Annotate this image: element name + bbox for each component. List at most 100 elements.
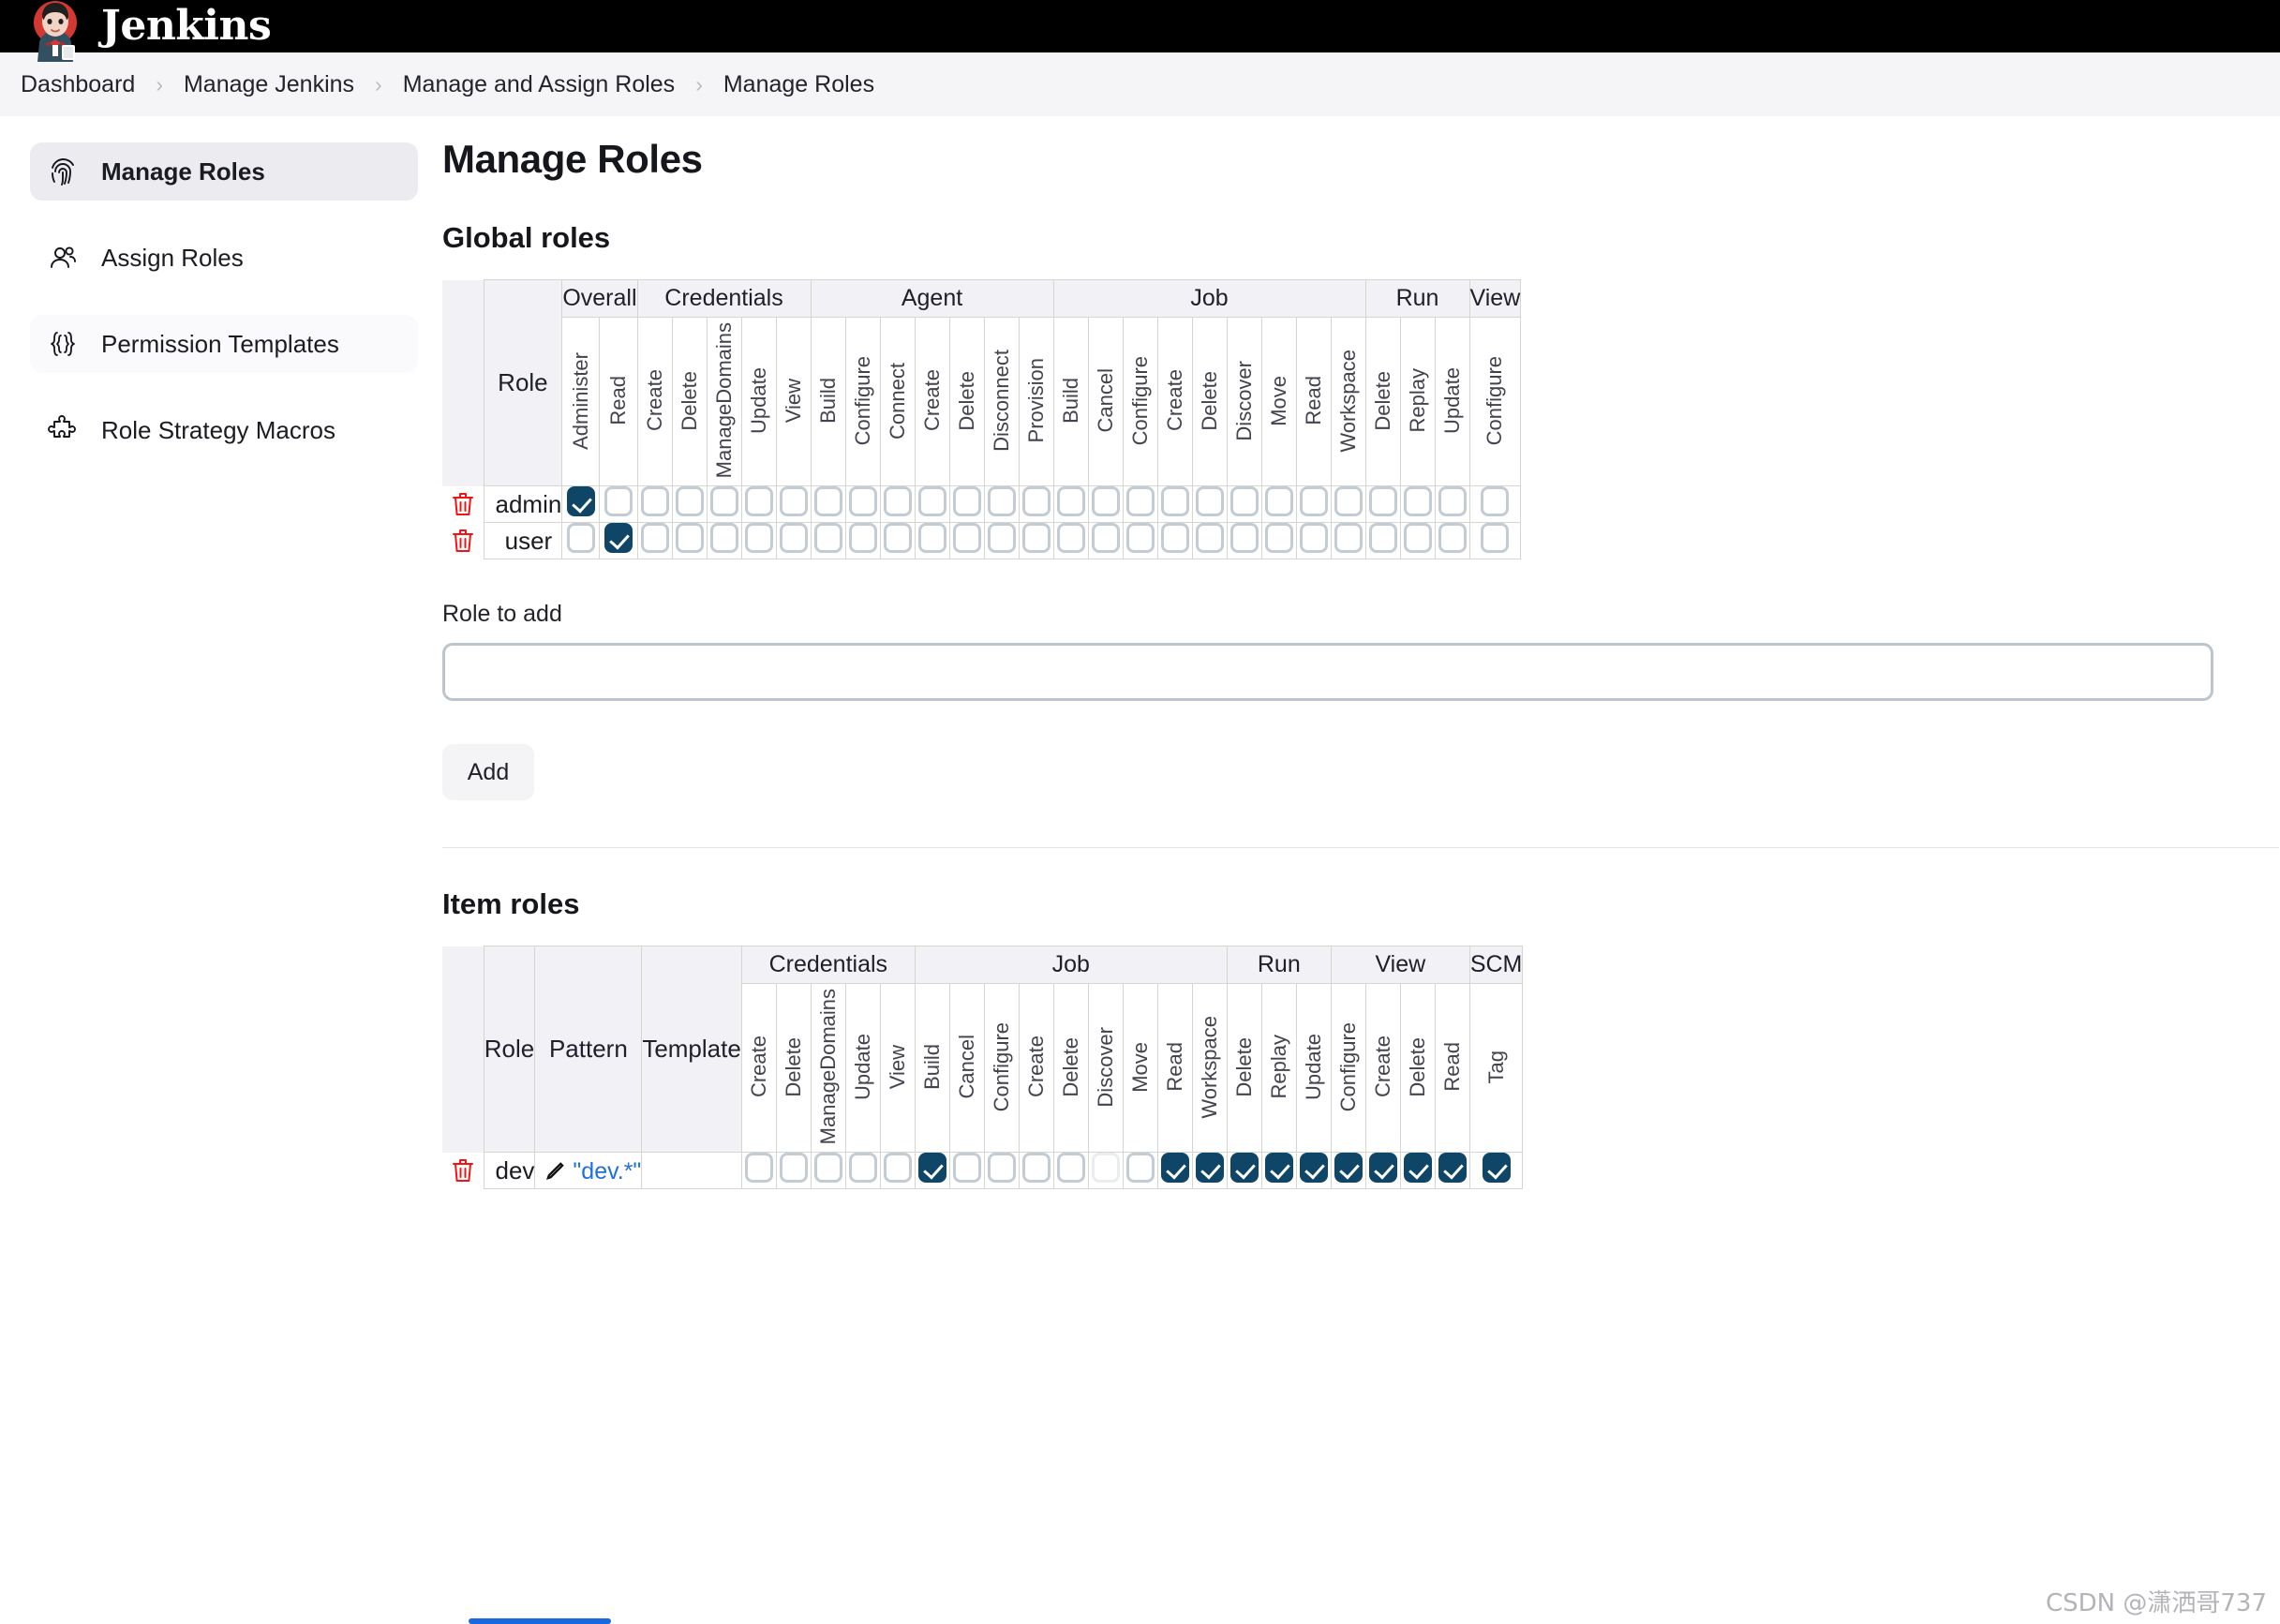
checkbox-admin-job-create[interactable] bbox=[1160, 486, 1189, 516]
role-template-cell[interactable] bbox=[641, 1152, 742, 1189]
permission-cell[interactable] bbox=[1191, 1152, 1228, 1189]
checkbox-admin-run-update[interactable] bbox=[1438, 486, 1467, 516]
delete-role-button[interactable] bbox=[442, 485, 484, 523]
checkbox-user-agent-delete[interactable] bbox=[952, 523, 981, 553]
checkbox-dev-job-discover[interactable] bbox=[1091, 1153, 1120, 1183]
permission-cell[interactable] bbox=[914, 485, 950, 523]
checkbox-user-agent-provision[interactable] bbox=[1021, 523, 1051, 553]
permission-cell[interactable] bbox=[1468, 485, 1522, 523]
permission-cell[interactable] bbox=[1468, 1152, 1524, 1189]
permission-cell[interactable] bbox=[599, 485, 638, 523]
checkbox-admin-credentials-update[interactable] bbox=[744, 486, 773, 516]
checkbox-user-run-replay[interactable] bbox=[1403, 523, 1432, 553]
permission-cell[interactable] bbox=[1226, 485, 1262, 523]
checkbox-user-credentials-update[interactable] bbox=[744, 523, 773, 553]
permission-cell[interactable] bbox=[671, 485, 708, 523]
add-role-button[interactable]: Add bbox=[442, 744, 534, 800]
checkbox-admin-credentials-view[interactable] bbox=[779, 486, 808, 516]
checkbox-admin-agent-delete[interactable] bbox=[952, 486, 981, 516]
checkbox-admin-agent-disconnect[interactable] bbox=[987, 486, 1016, 516]
permission-cell[interactable] bbox=[1052, 1152, 1089, 1189]
checkbox-admin-agent-create[interactable] bbox=[917, 486, 946, 516]
checkbox-admin-job-cancel[interactable] bbox=[1091, 486, 1120, 516]
checkbox-admin-credentials-delete[interactable] bbox=[675, 486, 704, 516]
sidebar-item-manage-roles[interactable]: Manage Roles bbox=[30, 142, 418, 201]
checkbox-user-overall-read[interactable] bbox=[604, 523, 633, 553]
permission-cell[interactable] bbox=[671, 522, 708, 559]
permission-cell[interactable] bbox=[1330, 522, 1366, 559]
permission-cell[interactable] bbox=[844, 485, 881, 523]
permission-cell[interactable] bbox=[599, 522, 638, 559]
permission-cell[interactable] bbox=[810, 522, 846, 559]
permission-cell[interactable] bbox=[879, 485, 916, 523]
checkbox-admin-job-build[interactable] bbox=[1056, 486, 1085, 516]
checkbox-dev-view-delete[interactable] bbox=[1403, 1153, 1432, 1183]
permission-cell[interactable] bbox=[1122, 485, 1158, 523]
permission-cell[interactable] bbox=[775, 522, 812, 559]
checkbox-dev-scm-tag[interactable] bbox=[1482, 1153, 1511, 1183]
checkbox-admin-job-move[interactable] bbox=[1264, 486, 1293, 516]
sidebar-item-role-strategy-macros[interactable]: Role Strategy Macros bbox=[30, 401, 418, 459]
checkbox-user-agent-build[interactable] bbox=[813, 523, 842, 553]
breadcrumb-item-manage-roles[interactable]: Manage Roles bbox=[723, 71, 874, 98]
role-to-add-input[interactable] bbox=[442, 643, 2213, 701]
checkbox-dev-job-delete[interactable] bbox=[1056, 1153, 1085, 1183]
permission-cell[interactable] bbox=[1052, 522, 1089, 559]
checkbox-admin-credentials-managedomains[interactable] bbox=[709, 486, 738, 516]
breadcrumb-item-manage-and-assign-roles[interactable]: Manage and Assign Roles bbox=[403, 71, 675, 98]
checkbox-user-job-workspace[interactable] bbox=[1334, 523, 1363, 553]
checkbox-user-credentials-view[interactable] bbox=[779, 523, 808, 553]
permission-cell[interactable] bbox=[1295, 1152, 1332, 1189]
permission-cell[interactable] bbox=[1364, 522, 1401, 559]
permission-cell[interactable] bbox=[1399, 1152, 1436, 1189]
checkbox-admin-job-read[interactable] bbox=[1299, 486, 1328, 516]
checkbox-dev-credentials-update[interactable] bbox=[848, 1153, 877, 1183]
checkbox-user-agent-disconnect[interactable] bbox=[987, 523, 1016, 553]
permission-cell[interactable] bbox=[561, 485, 601, 523]
permission-cell[interactable] bbox=[1295, 522, 1332, 559]
permission-cell[interactable] bbox=[1434, 1152, 1470, 1189]
checkbox-dev-credentials-managedomains[interactable] bbox=[813, 1153, 842, 1183]
permission-cell[interactable] bbox=[1122, 1152, 1158, 1189]
checkbox-dev-run-replay[interactable] bbox=[1264, 1153, 1293, 1183]
checkbox-admin-run-delete[interactable] bbox=[1368, 486, 1397, 516]
checkbox-admin-agent-configure[interactable] bbox=[848, 486, 877, 516]
jenkins-butler-logo[interactable] bbox=[26, 0, 84, 62]
checkbox-user-job-read[interactable] bbox=[1299, 523, 1328, 553]
checkbox-dev-credentials-view[interactable] bbox=[883, 1153, 912, 1183]
checkbox-dev-credentials-delete[interactable] bbox=[779, 1153, 808, 1183]
permission-cell[interactable] bbox=[1330, 1152, 1366, 1189]
permission-cell[interactable] bbox=[1191, 485, 1228, 523]
checkbox-user-job-move[interactable] bbox=[1264, 523, 1293, 553]
permission-cell[interactable] bbox=[1052, 485, 1089, 523]
checkbox-admin-agent-connect[interactable] bbox=[883, 486, 912, 516]
permission-cell[interactable] bbox=[1364, 485, 1401, 523]
permission-cell[interactable] bbox=[740, 485, 777, 523]
permission-cell[interactable] bbox=[983, 485, 1020, 523]
delete-role-button[interactable] bbox=[442, 522, 484, 559]
checkbox-user-run-update[interactable] bbox=[1438, 523, 1467, 553]
checkbox-user-job-delete[interactable] bbox=[1195, 523, 1224, 553]
checkbox-user-job-cancel[interactable] bbox=[1091, 523, 1120, 553]
checkbox-dev-run-update[interactable] bbox=[1299, 1153, 1328, 1183]
breadcrumb-item-manage-jenkins[interactable]: Manage Jenkins bbox=[184, 71, 354, 98]
breadcrumb-item-dashboard[interactable]: Dashboard bbox=[21, 71, 135, 98]
permission-cell[interactable] bbox=[983, 1152, 1020, 1189]
checkbox-admin-overall-read[interactable] bbox=[604, 486, 633, 516]
checkbox-dev-job-workspace[interactable] bbox=[1195, 1153, 1224, 1183]
checkbox-admin-job-configure[interactable] bbox=[1125, 486, 1155, 516]
checkbox-user-overall-administer[interactable] bbox=[566, 523, 595, 553]
checkbox-user-agent-create[interactable] bbox=[917, 523, 946, 553]
permission-cell[interactable] bbox=[1087, 485, 1124, 523]
permission-cell[interactable] bbox=[1260, 485, 1297, 523]
checkbox-dev-credentials-create[interactable] bbox=[744, 1153, 773, 1183]
jenkins-wordmark[interactable]: Jenkins bbox=[101, 6, 272, 47]
checkbox-dev-view-create[interactable] bbox=[1368, 1153, 1397, 1183]
checkbox-admin-run-replay[interactable] bbox=[1403, 486, 1432, 516]
permission-cell[interactable] bbox=[1087, 522, 1124, 559]
permission-cell[interactable] bbox=[844, 1152, 881, 1189]
checkbox-user-agent-configure[interactable] bbox=[848, 523, 877, 553]
permission-cell[interactable] bbox=[1018, 1152, 1054, 1189]
checkbox-dev-job-build[interactable] bbox=[917, 1153, 946, 1183]
checkbox-user-agent-connect[interactable] bbox=[883, 523, 912, 553]
